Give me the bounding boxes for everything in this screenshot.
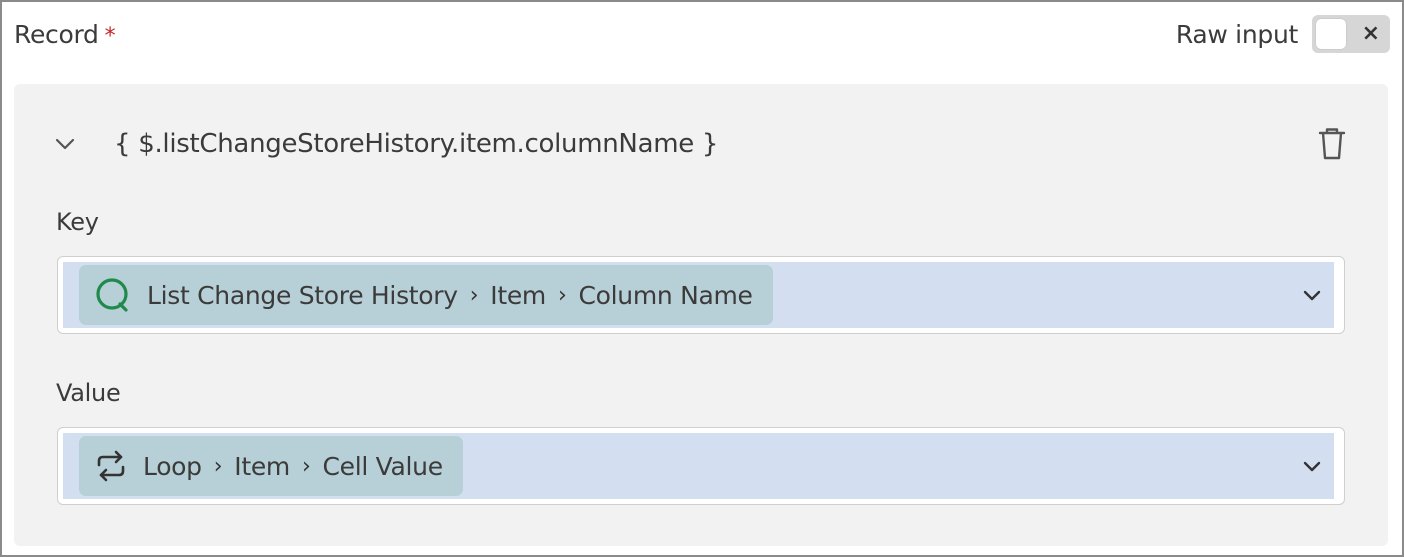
key-value-chip[interactable]: List Change Store History › Item › Colum…	[79, 265, 773, 325]
key-path-segment: List Change Store History	[147, 280, 458, 310]
key-path-segment: Item	[490, 280, 546, 310]
chevron-right-icon: ›	[469, 282, 479, 308]
record-entry-panel: { $.listChangeStoreHistory.item.columnNa…	[14, 84, 1388, 546]
loop-icon	[97, 450, 125, 482]
chevron-right-icon: ›	[213, 453, 223, 479]
record-field-header: Record * Raw input ×	[14, 14, 1390, 54]
search-icon	[96, 278, 128, 312]
record-entry-header: { $.listChangeStoreHistory.item.columnNa…	[50, 122, 1352, 166]
collapse-button[interactable]	[50, 129, 80, 159]
key-label: Key	[56, 208, 99, 236]
raw-input-control: Raw input ×	[1176, 15, 1390, 53]
value-chip[interactable]: Loop › Item › Cell Value	[79, 436, 463, 496]
record-field-frame: Record * Raw input × { $.listChangeStoreH…	[0, 0, 1404, 557]
toggle-knob	[1316, 19, 1346, 49]
value-path-segment: Loop	[143, 451, 202, 481]
chevron-down-icon	[55, 138, 75, 150]
chevron-down-icon	[1303, 290, 1321, 301]
chevron-down-icon	[1303, 461, 1321, 472]
key-path: List Change Store History › Item › Colum…	[147, 281, 753, 310]
value-path-segment: Item	[234, 451, 290, 481]
record-entry-title: { $.listChangeStoreHistory.item.columnNa…	[114, 129, 719, 159]
raw-input-label: Raw input	[1175, 19, 1298, 49]
required-marker: *	[104, 23, 116, 49]
chevron-right-icon: ›	[558, 282, 567, 308]
raw-input-toggle[interactable]: ×	[1312, 15, 1390, 53]
key-select[interactable]: List Change Store History › Item › Colum…	[57, 256, 1345, 334]
value-select[interactable]: Loop › Item › Cell Value	[57, 427, 1345, 505]
delete-entry-button[interactable]	[1312, 122, 1352, 166]
toggle-off-icon: ×	[1361, 21, 1380, 46]
value-label: Value	[56, 379, 121, 407]
trash-icon	[1318, 128, 1346, 160]
value-path-segment: Cell Value	[322, 451, 443, 481]
record-label-text: Record	[14, 19, 99, 49]
key-path-segment: Column Name	[578, 280, 753, 310]
chevron-right-icon: ›	[301, 453, 311, 479]
value-path: Loop › Item › Cell Value	[143, 452, 443, 481]
record-field-label: Record *	[14, 19, 116, 49]
